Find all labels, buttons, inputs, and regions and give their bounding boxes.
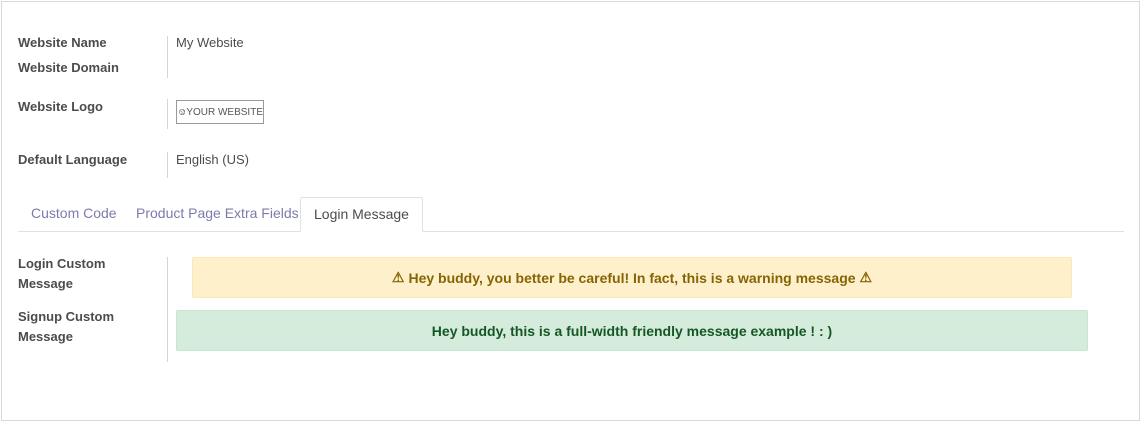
tab-custom-code[interactable]: Custom Code bbox=[18, 197, 130, 231]
warning-triangle-icon: ⚠ bbox=[391, 269, 405, 285]
field-separator bbox=[167, 99, 168, 129]
website-name-field[interactable]: My Website bbox=[176, 33, 244, 53]
login-warning-message[interactable]: ⚠ Hey buddy, you better be careful! In f… bbox=[192, 257, 1072, 298]
warning-message-text: Hey buddy, you better be careful! In fac… bbox=[408, 269, 856, 286]
tab-product-page-extra-fields[interactable]: Product Page Extra Fields bbox=[123, 197, 312, 231]
tab-login-message[interactable]: Login Message bbox=[300, 197, 423, 232]
signup-success-message[interactable]: Hey buddy, this is a full-width friendly… bbox=[176, 310, 1088, 351]
field-separator bbox=[167, 257, 168, 362]
warning-triangle-icon: ⚠ bbox=[859, 269, 873, 285]
logo-text: YOUR WEBSITE bbox=[186, 106, 263, 118]
field-separator bbox=[167, 36, 168, 78]
field-separator bbox=[167, 152, 168, 178]
notebook-tabs: Custom Code Product Page Extra Fields Lo… bbox=[18, 197, 1124, 232]
website-name-label: Website Name bbox=[18, 35, 107, 50]
website-domain-field[interactable] bbox=[176, 58, 476, 78]
signup-custom-message-label: Signup Custom Message bbox=[18, 307, 114, 347]
website-domain-label: Website Domain bbox=[18, 60, 119, 75]
login-custom-message-label: Login Custom Message bbox=[18, 254, 105, 294]
label-line: Message bbox=[18, 276, 73, 291]
globe-icon bbox=[179, 109, 186, 115]
success-message-text: Hey buddy, this is a full-width friendly… bbox=[431, 322, 833, 339]
label-line: Login Custom bbox=[18, 256, 106, 271]
default-language-field[interactable]: English (US) bbox=[176, 150, 249, 170]
website-logo-image[interactable]: YOUR WEBSITE bbox=[176, 100, 264, 124]
default-language-label: Default Language bbox=[18, 152, 128, 167]
label-line: Signup Custom bbox=[18, 309, 115, 324]
website-logo-label: Website Logo bbox=[18, 99, 103, 114]
label-line: Message bbox=[18, 329, 73, 344]
